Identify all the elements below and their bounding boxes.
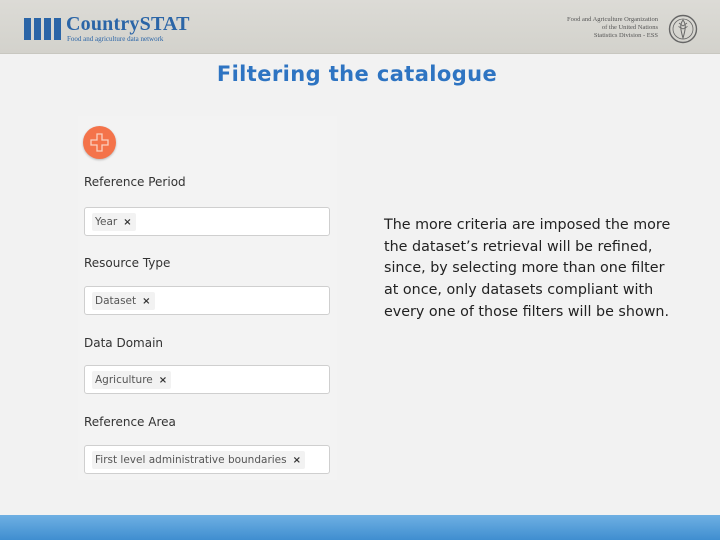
header-band: CountrySTAT Food and agriculture data ne…: [0, 0, 720, 54]
filter-tag-first-level-admin: First level administrative boundaries ×: [92, 451, 305, 469]
filter-tag-agriculture: Agriculture ×: [92, 371, 172, 390]
brand-subtitle: Food and agriculture data network: [67, 35, 164, 43]
filter-label-reference-area: Reference Area: [84, 415, 176, 429]
plus-icon: [90, 133, 109, 152]
org-line-3: Statistics Division - ESS: [593, 32, 658, 39]
filter-label-reference-period: Reference Period: [84, 175, 186, 189]
filter-panel: Reference Period Year × Resource Type Dat…: [78, 116, 337, 480]
reference-period-input[interactable]: Year ×: [84, 207, 330, 236]
slide-title: Filtering the catalogue: [216, 62, 498, 86]
data-domain-input[interactable]: Agriculture ×: [84, 365, 330, 394]
remove-tag-icon[interactable]: ×: [123, 214, 131, 232]
add-filter-button[interactable]: [83, 126, 116, 159]
bars-logo-icon: [24, 18, 62, 40]
remove-tag-icon[interactable]: ×: [159, 372, 167, 390]
brand-title: CountrySTAT: [66, 13, 190, 35]
tag-label: Year: [95, 216, 118, 228]
filter-tag-year: Year ×: [92, 213, 136, 231]
slide-description: The more criteria are imposed the more t…: [384, 217, 671, 320]
org-line-2: of the United Nations: [601, 24, 658, 31]
organization-name: Food and Agriculture Organization of the…: [458, 16, 658, 40]
resource-type-input[interactable]: Dataset ×: [84, 286, 330, 315]
tag-label: First level administrative boundaries: [95, 454, 287, 466]
fao-emblem-icon: [668, 14, 698, 44]
remove-tag-icon[interactable]: ×: [293, 452, 301, 470]
footer-band: [0, 515, 720, 540]
filter-label-resource-type: Resource Type: [84, 256, 171, 270]
filter-tag-dataset: Dataset ×: [92, 292, 155, 310]
org-line-1: Food and Agriculture Organization: [566, 16, 658, 23]
tag-label: Dataset: [95, 295, 137, 307]
remove-tag-icon[interactable]: ×: [142, 293, 150, 311]
filter-label-data-domain: Data Domain: [84, 336, 164, 350]
reference-area-input[interactable]: First level administrative boundaries ×: [84, 445, 330, 474]
tag-label: Agriculture: [95, 374, 153, 386]
